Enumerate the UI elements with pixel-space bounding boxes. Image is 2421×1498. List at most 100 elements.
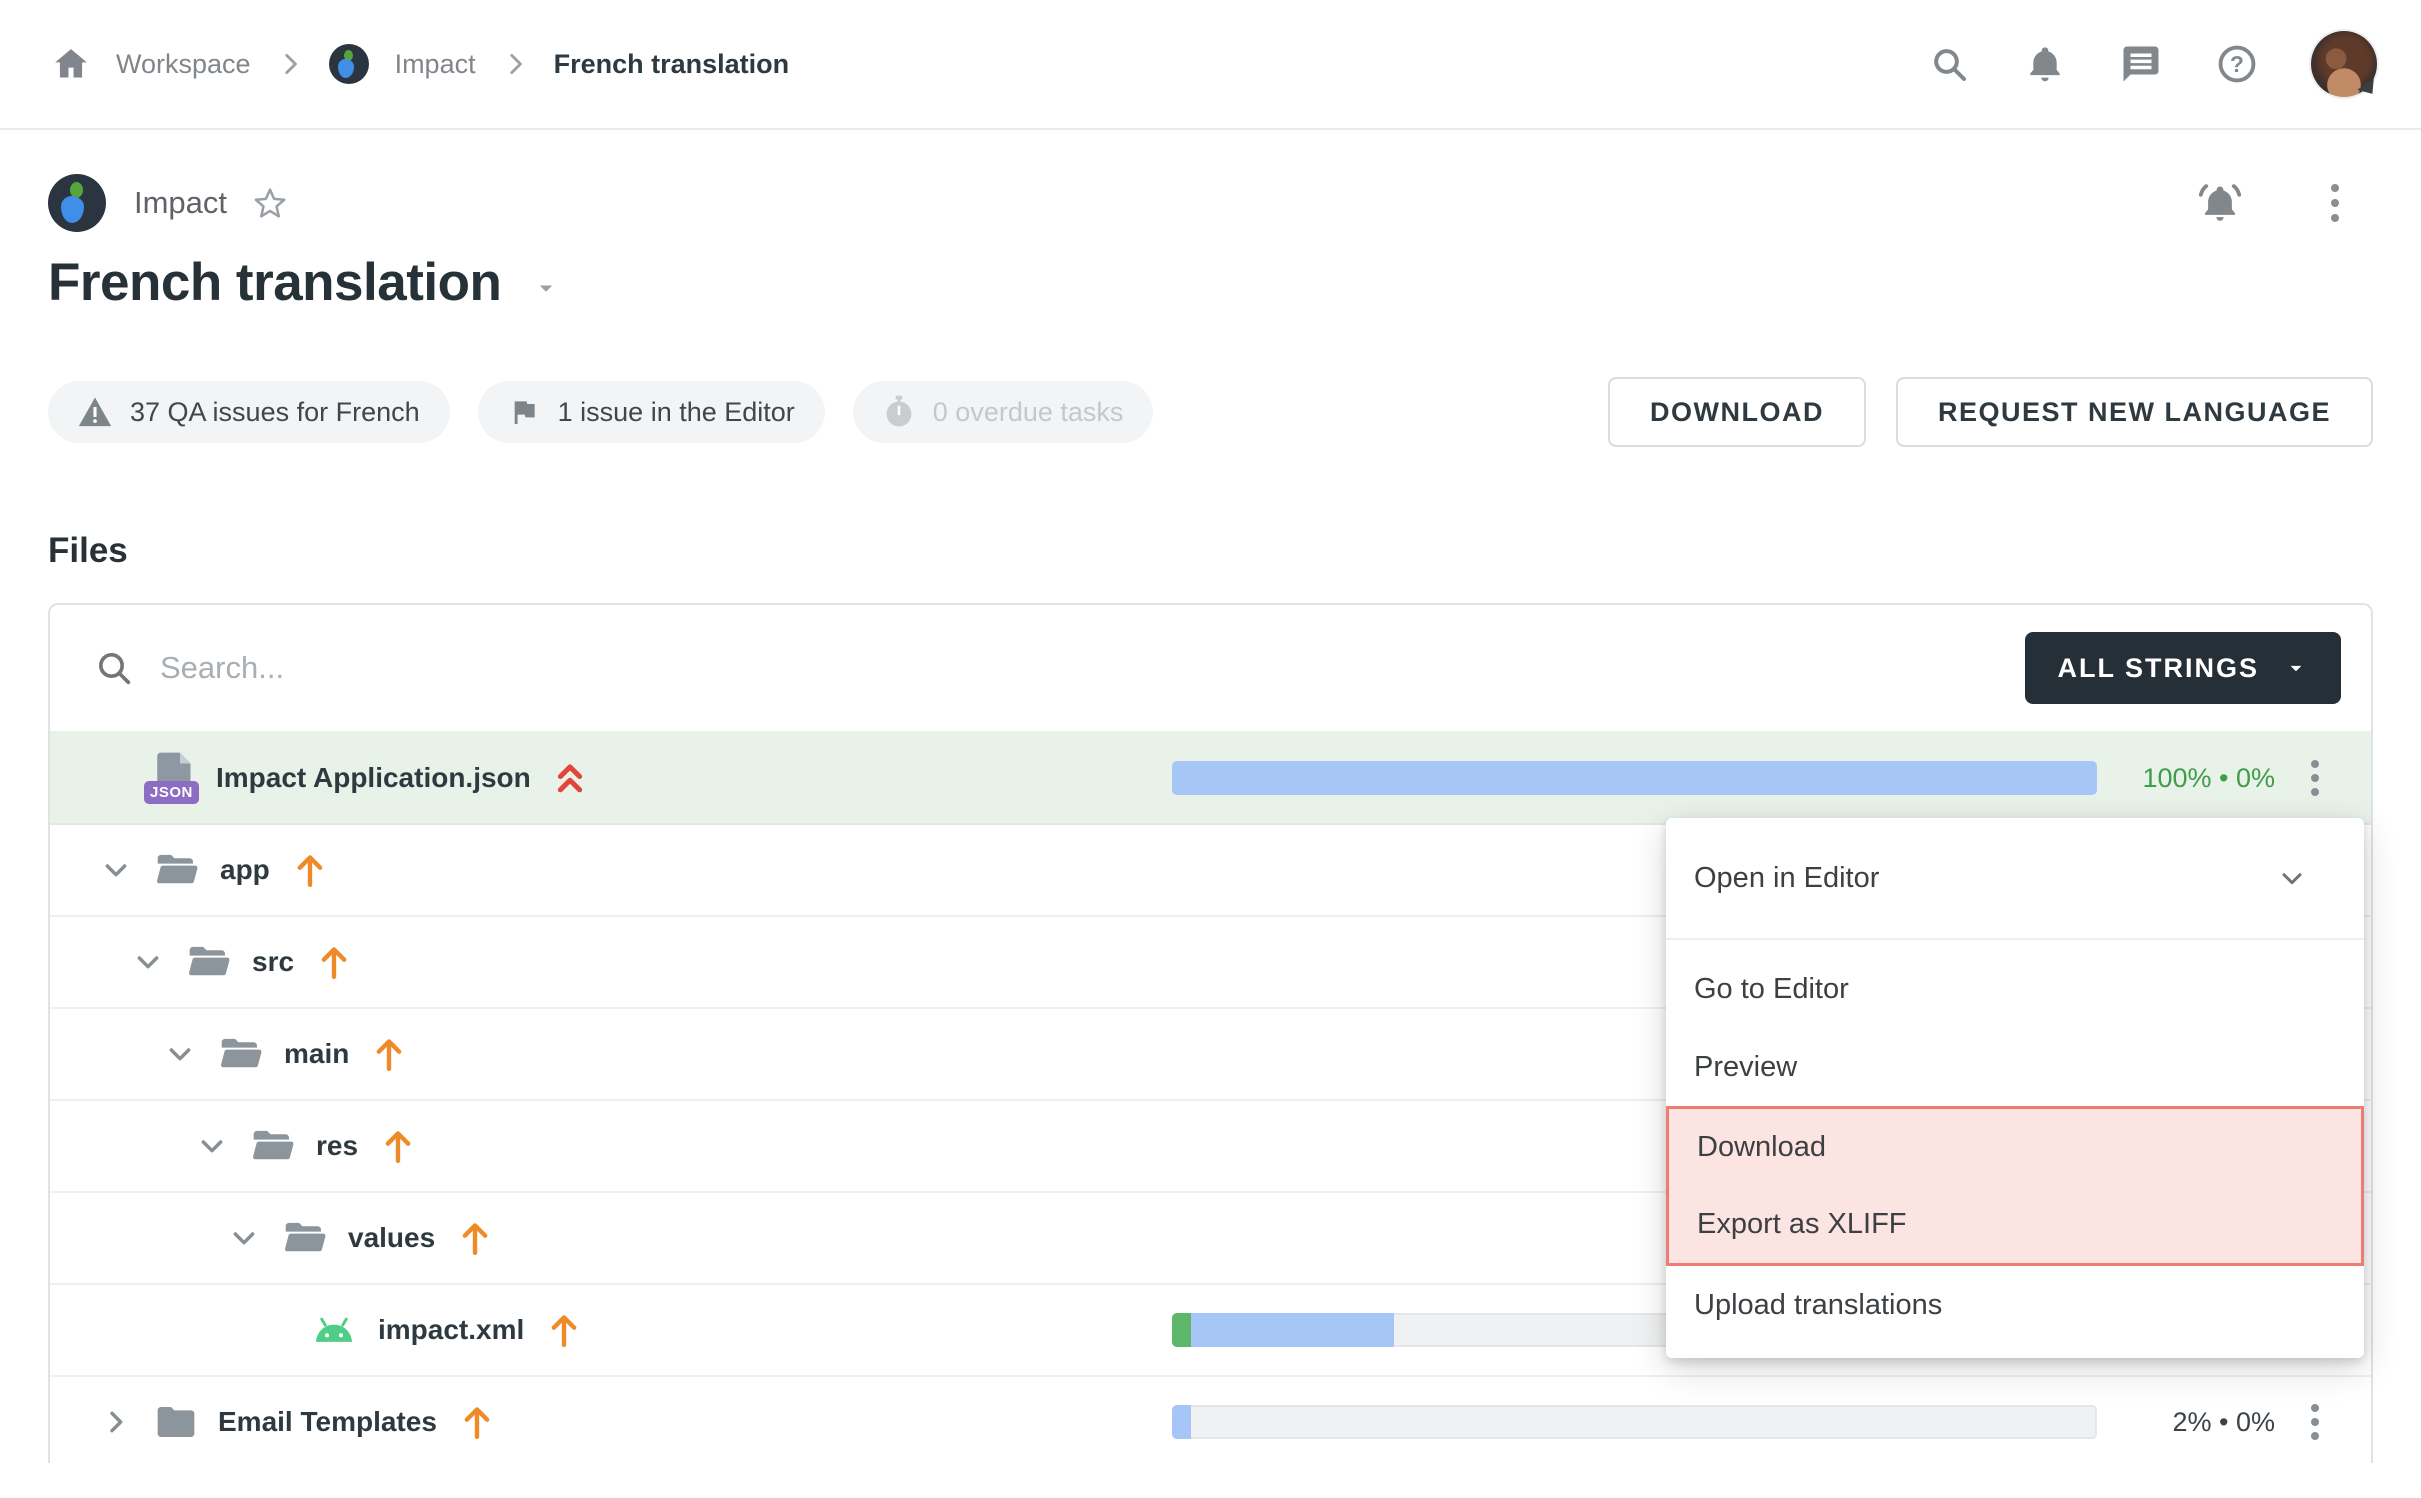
- project-logo: [329, 44, 369, 84]
- tree-item-name[interactable]: main: [284, 1038, 349, 1070]
- tree-item-name[interactable]: app: [220, 854, 270, 886]
- progress-label: 2% • 0%: [2097, 1407, 2275, 1438]
- menu-item-download[interactable]: Download: [1669, 1109, 2361, 1186]
- menu-item-preview[interactable]: Preview: [1666, 1028, 2364, 1106]
- row-kebab-icon[interactable]: [2295, 1394, 2335, 1450]
- breadcrumb: Workspace Impact French translation: [52, 44, 789, 84]
- upload-arrow-icon: [318, 944, 350, 980]
- files-toolbar: ALL STRINGS: [50, 605, 2371, 731]
- progress-approved-segment: [1172, 1313, 1191, 1347]
- status-chip-2: 0 overdue tasks: [853, 381, 1154, 443]
- overdue-icon: [883, 395, 915, 429]
- tree-row-folder-7[interactable]: Email Templates 2% • 0%: [50, 1375, 2371, 1467]
- tree-row-left: app: [96, 852, 326, 888]
- tree-item-name[interactable]: values: [348, 1222, 435, 1254]
- tree-row-left: main: [96, 1036, 405, 1072]
- folder-open-icon: [156, 853, 198, 887]
- progress-translated-segment: [1191, 1313, 1395, 1347]
- folder-open-icon: [220, 1037, 262, 1071]
- chevron-down-icon[interactable]: [100, 854, 132, 886]
- menu-item-upload-translations[interactable]: Upload translations: [1666, 1266, 2364, 1344]
- status-chip-1[interactable]: 1 issue in the Editor: [478, 381, 825, 443]
- strings-filter-button[interactable]: ALL STRINGS: [2025, 632, 2341, 704]
- tree-row-left: src: [96, 944, 350, 980]
- project-logo: [48, 174, 106, 232]
- title-caret-down-icon[interactable]: [531, 273, 561, 303]
- tree-row-left: JSON Impact Application.json: [96, 752, 585, 804]
- chip-label: 1 issue in the Editor: [558, 397, 795, 428]
- tree-row-left: impact.xml: [96, 1312, 580, 1348]
- caret-down-icon: [2283, 655, 2309, 681]
- breadcrumb-current-page: French translation: [554, 49, 790, 80]
- tree-item-name[interactable]: src: [252, 946, 294, 978]
- progress-translated-segment: [1172, 761, 2097, 795]
- notifications-icon[interactable]: [2023, 42, 2067, 86]
- breadcrumb-workspace[interactable]: Workspace: [116, 49, 251, 80]
- folder-open-icon: [284, 1221, 326, 1255]
- folder-open-icon: [252, 1129, 294, 1163]
- warning-icon: [78, 396, 112, 428]
- breadcrumb-project[interactable]: Impact: [395, 49, 476, 80]
- page-title-row: French translation: [48, 252, 2373, 313]
- chevron-right-icon: [502, 51, 528, 77]
- messages-icon[interactable]: [2119, 42, 2163, 86]
- chevron-right-icon[interactable]: [100, 1406, 132, 1438]
- user-avatar[interactable]: [2311, 31, 2377, 97]
- tree-item-name[interactable]: impact.xml: [378, 1314, 524, 1346]
- chip-label: 37 QA issues for French: [130, 397, 420, 428]
- upload-arrow-icon: [461, 1404, 493, 1440]
- upload-arrow-icon: [294, 852, 326, 888]
- chevron-down-icon[interactable]: [132, 946, 164, 978]
- tree-item-name[interactable]: res: [316, 1130, 358, 1162]
- page-title: French translation: [48, 252, 501, 313]
- tree-row-left: Email Templates: [96, 1404, 493, 1440]
- download-button[interactable]: DOWNLOAD: [1608, 377, 1866, 447]
- chevron-right-icon: [277, 51, 303, 77]
- menu-item-export-as-xliff[interactable]: Export as XLIFF: [1669, 1186, 2361, 1263]
- tree-row-left: values: [96, 1220, 491, 1256]
- chevron-down-icon[interactable]: [196, 1130, 228, 1162]
- search-icon: [94, 648, 134, 688]
- android-file-icon: [312, 1313, 356, 1347]
- progress-bar: [1172, 1405, 2097, 1439]
- chevron-down-icon[interactable]: [228, 1222, 260, 1254]
- project-kebab-icon[interactable]: [2315, 175, 2355, 231]
- chevron-down-icon[interactable]: [164, 1038, 196, 1070]
- menu-item-go-to-editor[interactable]: Go to Editor: [1666, 950, 2364, 1028]
- progress-bar: [1172, 761, 2097, 795]
- progress-label: 100% • 0%: [2097, 763, 2275, 794]
- status-chip-0[interactable]: 37 QA issues for French: [48, 381, 450, 443]
- upload-arrow-icon: [548, 1312, 580, 1348]
- priority-high-icon: [555, 761, 585, 795]
- folder-open-icon: [188, 945, 230, 979]
- tree-row-file-0[interactable]: JSON Impact Application.json 100% • 0%: [50, 731, 2371, 823]
- row-kebab-icon[interactable]: [2295, 750, 2335, 806]
- top-nav: Workspace Impact French translation ?: [0, 0, 2421, 130]
- svg-text:?: ?: [2230, 51, 2244, 77]
- star-icon[interactable]: [253, 186, 287, 220]
- subscribe-bell-icon[interactable]: [2197, 180, 2243, 226]
- request-new-language-button[interactable]: REQUEST NEW LANGUAGE: [1896, 377, 2373, 447]
- folder-closed-icon: [156, 1405, 196, 1439]
- chevron-down-icon: [2276, 862, 2308, 894]
- project-header: Impact: [48, 174, 2373, 232]
- tree-row-left: res: [96, 1128, 414, 1164]
- chip-label: 0 overdue tasks: [933, 397, 1124, 428]
- upload-arrow-icon: [373, 1036, 405, 1072]
- menu-item-open-in-editor[interactable]: Open in Editor: [1666, 818, 2364, 940]
- progress-translated-segment: [1172, 1405, 1191, 1439]
- status-chips: 37 QA issues for French 1 issue in the Ed…: [48, 381, 1153, 443]
- tree-item-name[interactable]: Impact Application.json: [216, 762, 531, 794]
- menu-highlighted-group: DownloadExport as XLIFF: [1666, 1106, 2364, 1266]
- upload-arrow-icon: [382, 1128, 414, 1164]
- help-icon[interactable]: ?: [2215, 42, 2259, 86]
- upload-arrow-icon: [459, 1220, 491, 1256]
- files-search-input[interactable]: [160, 650, 760, 686]
- json-file-icon: JSON: [152, 752, 194, 804]
- files-heading: Files: [48, 531, 2373, 571]
- tree-item-name[interactable]: Email Templates: [218, 1406, 437, 1438]
- home-icon[interactable]: [52, 45, 90, 83]
- search-icon[interactable]: [1927, 42, 1971, 86]
- file-context-menu: Open in Editor Go to EditorPreviewDownlo…: [1666, 818, 2364, 1358]
- project-name[interactable]: Impact: [134, 185, 227, 221]
